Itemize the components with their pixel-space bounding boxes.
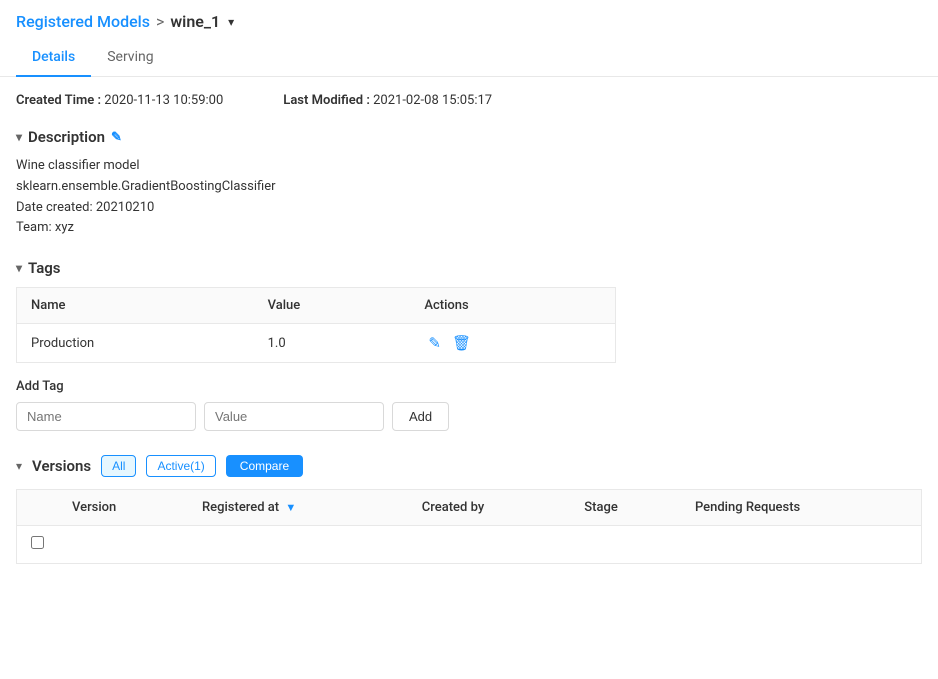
breadcrumb-current: wine_1 <box>170 12 220 31</box>
description-toggle-icon: ▾ <box>16 130 22 144</box>
tag-name-cell: Production <box>17 324 254 363</box>
versions-col-checkbox <box>17 490 59 526</box>
created-time: Created Time : 2020-11-13 10:59:00 <box>16 93 223 108</box>
created-time-value: 2020-11-13 10:59:00 <box>104 93 223 108</box>
tags-table-header-row: Name Value Actions <box>17 288 616 324</box>
breadcrumb-parent[interactable]: Registered Models <box>16 12 150 31</box>
add-tag-section: Add Tag Add <box>16 379 922 431</box>
filter-active-button[interactable]: Active(1) <box>146 455 215 477</box>
tag-value-cell: 1.0 <box>254 324 411 363</box>
versions-table-header-row: Version Registered at ▼ Created by Stage… <box>17 490 922 526</box>
versions-section-header: ▾ Versions All Active(1) Compare <box>16 455 922 477</box>
tab-details[interactable]: Details <box>16 39 91 77</box>
versions-col-pending-requests: Pending Requests <box>681 490 922 526</box>
versions-empty-row <box>17 526 922 564</box>
description-edit-icon[interactable]: ✎ <box>111 130 122 145</box>
tags-section-header[interactable]: ▾ Tags <box>16 259 922 277</box>
description-line-2: sklearn.ensemble.GradientBoostingClassif… <box>16 177 922 198</box>
registered-at-sort-icon[interactable]: ▼ <box>285 501 296 514</box>
tags-toggle-icon: ▾ <box>16 261 22 275</box>
breadcrumb-dropdown-icon[interactable]: ▾ <box>228 15 234 29</box>
versions-empty-cell <box>58 526 922 564</box>
tags-table: Name Value Actions Production 1.0 ✎ 🗑 <box>16 287 616 363</box>
versions-table: Version Registered at ▼ Created by Stage… <box>16 489 922 564</box>
versions-col-registered-at: Registered at ▼ <box>188 490 408 526</box>
last-modified-label: Last Modified : <box>283 93 370 108</box>
tab-serving[interactable]: Serving <box>91 39 169 77</box>
tag-row: Production 1.0 ✎ 🗑 <box>17 324 616 363</box>
tags-col-actions: Actions <box>410 288 615 324</box>
tag-value-input[interactable] <box>204 402 384 431</box>
tag-actions-cell: ✎ 🗑 <box>410 324 615 363</box>
tags-section-label: Tags <box>28 259 61 277</box>
add-tag-label: Add Tag <box>16 379 922 394</box>
tags-col-name: Name <box>17 288 254 324</box>
versions-col-created-by: Created by <box>408 490 571 526</box>
versions-toggle-icon: ▾ <box>16 459 22 473</box>
tags-col-value: Value <box>254 288 411 324</box>
breadcrumb: Registered Models > wine_1 ▾ <box>0 0 938 39</box>
description-section-header[interactable]: ▾ Description ✎ <box>16 128 922 146</box>
versions-section: ▾ Versions All Active(1) Compare Version… <box>16 455 922 564</box>
meta-row: Created Time : 2020-11-13 10:59:00 Last … <box>16 93 922 108</box>
versions-section-label: Versions <box>32 457 91 475</box>
tag-name-input[interactable] <box>16 402 196 431</box>
compare-button[interactable]: Compare <box>226 455 303 477</box>
tag-delete-button[interactable]: 🗑 <box>448 334 475 352</box>
tags-section: ▾ Tags Name Value Actions Production 1.0… <box>16 259 922 431</box>
add-tag-inputs: Add <box>16 402 922 431</box>
breadcrumb-separator: > <box>156 12 164 31</box>
created-time-label: Created Time : <box>16 93 101 108</box>
description-line-4: Team: xyz <box>16 218 922 239</box>
last-modified-value: 2021-02-08 15:05:17 <box>373 93 492 108</box>
filter-all-button[interactable]: All <box>101 455 136 477</box>
description-content: Wine classifier model sklearn.ensemble.G… <box>16 156 922 239</box>
versions-checkbox-cell <box>17 526 59 564</box>
version-row-checkbox[interactable] <box>31 536 44 549</box>
versions-col-version: Version <box>58 490 188 526</box>
description-line-1: Wine classifier model <box>16 156 922 177</box>
description-line-3: Date created: 20210210 <box>16 198 922 219</box>
main-content: Created Time : 2020-11-13 10:59:00 Last … <box>0 77 938 580</box>
tabs-bar: Details Serving <box>0 39 938 77</box>
versions-col-stage: Stage <box>570 490 681 526</box>
description-section-label: Description <box>28 128 105 146</box>
add-tag-button[interactable]: Add <box>392 402 449 431</box>
tag-edit-button[interactable]: ✎ <box>424 334 445 352</box>
last-modified: Last Modified : 2021-02-08 15:05:17 <box>283 93 492 108</box>
